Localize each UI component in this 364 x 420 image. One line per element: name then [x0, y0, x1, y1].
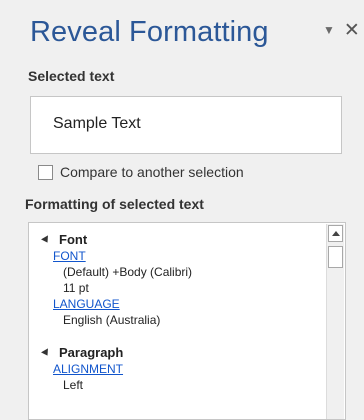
- group-title-paragraph: Paragraph: [59, 345, 124, 360]
- formatting-results-box: Font FONT (Default) +Body (Calibri) 11 p…: [28, 222, 346, 420]
- scroll-thumb[interactable]: [328, 246, 343, 268]
- font-size-value: 11 pt: [63, 281, 89, 295]
- compare-label: Compare to another selection: [60, 164, 244, 180]
- font-group-header[interactable]: Font: [41, 231, 311, 248]
- sample-text: Sample Text: [53, 115, 141, 132]
- compare-checkbox[interactable]: [38, 164, 53, 180]
- pane-options-dropdown-icon[interactable]: ▼: [323, 24, 335, 36]
- paragraph-group-header[interactable]: Paragraph: [41, 344, 311, 361]
- selected-text-sample-box: Sample Text: [30, 96, 342, 154]
- font-value: (Default) +Body (Calibri): [63, 265, 193, 279]
- language-value: English (Australia): [63, 313, 161, 327]
- pane-title: Reveal Formatting: [30, 16, 269, 48]
- formatting-results-content: Font FONT (Default) +Body (Calibri) 11 p…: [41, 231, 311, 393]
- font-link[interactable]: FONT: [53, 248, 311, 264]
- alignment-value: Left: [63, 378, 84, 392]
- selected-text-label: Selected text: [28, 68, 115, 84]
- close-icon[interactable]: ✕: [344, 21, 360, 40]
- alignment-link[interactable]: ALIGNMENT: [53, 361, 311, 377]
- group-title-font: Font: [59, 232, 88, 247]
- compare-selection-row[interactable]: Compare to another selection: [38, 162, 244, 182]
- pane-title-controls: ▼ ✕: [323, 17, 360, 43]
- formatting-section-label: Formatting of selected text: [25, 196, 204, 212]
- reveal-formatting-pane: Reveal Formatting ▼ ✕ Selected text Samp…: [0, 0, 364, 420]
- scroll-up-arrow-icon[interactable]: [328, 225, 343, 242]
- collapse-triangle-icon[interactable]: [41, 347, 51, 358]
- language-link[interactable]: LANGUAGE: [53, 296, 311, 312]
- collapse-triangle-icon[interactable]: [41, 234, 51, 245]
- results-scrollbar[interactable]: [326, 224, 344, 419]
